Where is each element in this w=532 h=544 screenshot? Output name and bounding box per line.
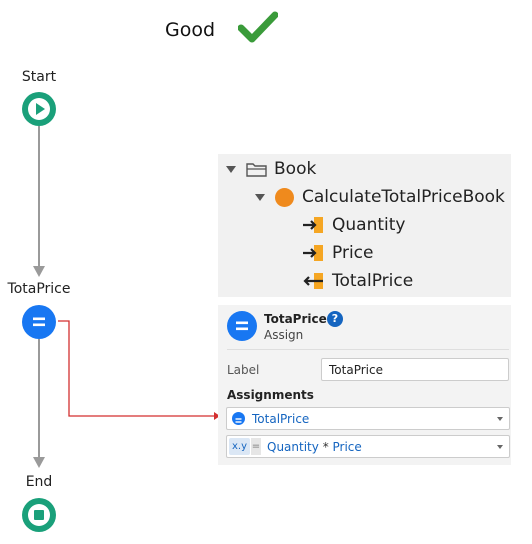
expression-dropdown[interactable]: x.y = Quantity * Price <box>226 435 510 458</box>
chevron-down-icon[interactable] <box>497 417 503 421</box>
variable-value: TotalPrice <box>252 412 310 426</box>
tree-panel: Book CalculateTotalPriceBook Quantity Pr… <box>218 154 511 297</box>
equals-icon <box>33 317 45 327</box>
expand-arrow-icon[interactable] <box>255 193 265 201</box>
expression-value[interactable]: Quantity * Price <box>267 440 362 454</box>
equals-icon <box>232 412 245 425</box>
verdict-label: Good <box>165 19 216 41</box>
input-parameter-icon <box>303 217 323 233</box>
tree-item-label: Quantity <box>332 215 406 235</box>
properties-subtitle: Assign <box>264 328 304 342</box>
stop-icon <box>28 504 50 526</box>
label-input[interactable]: TotaPrice <box>321 358 509 381</box>
input-parameter-icon <box>303 245 323 261</box>
expression-left: Quantity <box>267 440 319 454</box>
output-parameter-icon <box>303 273 323 289</box>
tree-item-totalprice[interactable]: TotalPrice <box>302 268 413 294</box>
tree-item-quantity[interactable]: Quantity <box>302 212 405 238</box>
tree-item-label: Price <box>332 243 374 263</box>
folder-icon <box>246 163 267 177</box>
equals-sign: = <box>251 438 261 455</box>
start-label: Start <box>21 69 57 85</box>
tree-item-action[interactable]: CalculateTotalPriceBook <box>255 184 505 210</box>
tree-item-label: CalculateTotalPriceBook <box>302 187 505 207</box>
expand-arrow-icon[interactable] <box>226 165 236 173</box>
expression-operator: * <box>322 440 329 454</box>
divider <box>227 349 509 350</box>
end-label: End <box>25 474 53 490</box>
tree-item-label: Book <box>274 159 317 179</box>
end-node[interactable] <box>22 498 56 532</box>
tree-item-label: TotalPrice <box>332 271 414 291</box>
check-icon <box>238 11 278 43</box>
xy-badge: x.y <box>229 438 251 455</box>
variable-dropdown[interactable]: TotalPrice <box>226 407 510 430</box>
assign-icon <box>227 311 257 341</box>
expression-right: Price <box>332 440 362 454</box>
assign-label: TotaPrice <box>7 281 71 297</box>
play-icon <box>28 98 50 120</box>
tree-item-price[interactable]: Price <box>302 240 373 266</box>
tree-item-book[interactable]: Book <box>226 156 316 182</box>
properties-title: TotaPrice <box>264 312 327 326</box>
assignments-heading: Assignments <box>227 388 314 402</box>
action-circle-icon <box>275 187 294 207</box>
start-node[interactable] <box>22 92 56 126</box>
chevron-down-icon[interactable] <box>497 445 503 449</box>
help-icon[interactable]: ? <box>327 311 343 327</box>
label-caption: Label <box>227 363 260 377</box>
assign-node[interactable] <box>22 305 56 339</box>
